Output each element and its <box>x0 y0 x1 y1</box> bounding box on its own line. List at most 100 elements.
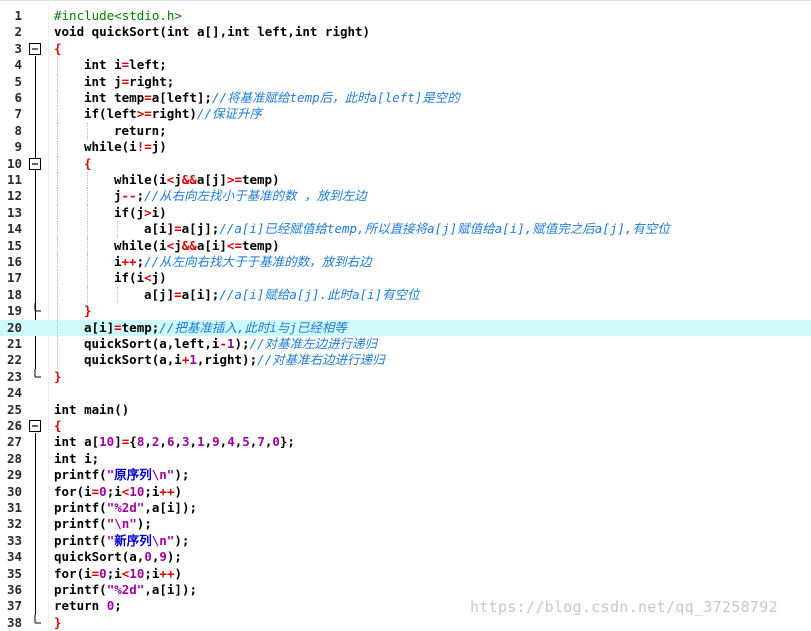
code-line[interactable]: 28 int i; <box>0 451 811 467</box>
line-number: 9 <box>14 139 22 155</box>
line-number: 29 <box>6 467 22 483</box>
code-token: printf( <box>54 516 107 532</box>
string-token: "%2d" <box>106 500 145 515</box>
code-token: ;i <box>144 565 160 581</box>
code-line[interactable]: 14 a[i]=a[j];//a[i]已经赋值给temp,所以直接将a[j]赋值给… <box>0 221 811 238</box>
line-number: 8 <box>14 122 22 138</box>
code-token: j) <box>151 270 167 286</box>
code-line[interactable]: 7 if(left>=right)//保证升序 <box>0 106 811 123</box>
line-number: 34 <box>6 549 22 565</box>
indent-guide <box>57 352 59 369</box>
code-token: while(i <box>114 172 167 187</box>
code-text: printf("新序列\n"); <box>54 533 189 549</box>
code-token: for(i <box>54 483 92 499</box>
fold-collapse-icon[interactable] <box>28 157 42 171</box>
fold-collapse-icon[interactable] <box>28 42 42 56</box>
code-line-highlighted[interactable]: 20 a[i]=temp;//把基准插入,此时i与j已经相等 <box>0 319 811 336</box>
operator-token: = <box>144 90 152 105</box>
code-editor[interactable]: 1 #include<stdio.h> 2 void quickSort(int a[… <box>0 0 811 631</box>
code-text: if(j>i) <box>114 205 167 221</box>
indent-guide <box>57 106 59 123</box>
indent-guide <box>117 286 119 304</box>
number-token: 10 <box>99 434 115 450</box>
comment-token: //从左向右找大于于基准的数，放到右边 <box>144 254 372 269</box>
code-token: printf( <box>54 532 107 548</box>
comment-token: //对基准左边进行递归 <box>249 336 378 351</box>
operator-token: ++ <box>121 254 137 269</box>
code-line[interactable]: 29 printf("原序列\n"); <box>0 467 811 483</box>
code-line[interactable]: 13 if(j>i) <box>0 204 811 222</box>
code-line[interactable]: 24 <box>0 385 811 401</box>
indent-guide <box>87 221 89 238</box>
indent-guide <box>87 286 89 304</box>
line-number: 5 <box>14 73 22 89</box>
code-line[interactable]: 32 printf("\n"); <box>0 516 811 532</box>
code-token: ] <box>114 434 122 450</box>
line-number: 31 <box>6 500 22 515</box>
indent-guide <box>57 172 59 189</box>
code-line[interactable]: 16 i++;//从左向右找大于于基准的数，放到右边 <box>0 254 811 271</box>
code-token: j <box>174 237 182 253</box>
code-line[interactable]: 1 #include<stdio.h> <box>0 8 811 24</box>
operator-token: != <box>136 139 152 155</box>
line-number: 23 <box>6 368 22 384</box>
code-line[interactable]: 15 while(i<j&&a[i]<=temp) <box>0 237 811 254</box>
comment-token: //保证升序 <box>196 106 262 122</box>
code-line[interactable]: 11 while(i<j&&a[j]>=temp) <box>0 172 811 189</box>
comment-token: //将基准赋给temp后，此时a[left]是空的 <box>211 90 460 105</box>
number-token: 9 <box>212 434 220 450</box>
indent-guide <box>57 155 59 172</box>
code-token: if(i <box>114 270 145 286</box>
code-token: right) <box>151 106 197 122</box>
code-token: int i; <box>54 450 100 466</box>
code-line[interactable]: 17 if(i<j) <box>0 270 811 287</box>
code-line[interactable]: 35 for(i=0;i<10;i++) <box>0 566 811 582</box>
code-text: printf("\n"); <box>54 516 152 532</box>
indent-guide <box>57 237 59 254</box>
code-line[interactable]: 5 int j=right; <box>0 73 811 90</box>
code-line[interactable]: 10 { <box>0 155 811 172</box>
fold-collapse-icon[interactable] <box>28 419 42 433</box>
code-line[interactable]: 23} <box>0 368 811 385</box>
code-line[interactable]: 19} <box>0 303 811 320</box>
line-number: 2 <box>14 24 22 40</box>
comment-token: //对基准右边进行递归 <box>257 352 385 368</box>
code-line[interactable]: 18 a[j]=a[i];//a[i]赋给a[j].此时a[i]有空位 <box>0 286 811 304</box>
code-token: j <box>114 188 122 204</box>
code-line[interactable]: 12 j--;//从右向左找小于基准的数 ，放到左边 <box>0 188 811 205</box>
code-token: while(i <box>84 139 137 155</box>
code-line[interactable]: 2 void quickSort(int a[],int left,int rig… <box>0 24 811 40</box>
code-line[interactable]: 3{ <box>0 41 811 57</box>
operator-token: < <box>144 270 152 286</box>
code-line[interactable]: 36 printf("%2d",a[i]); <box>0 582 811 598</box>
operator-token: { <box>54 40 62 56</box>
code-line[interactable]: 33 printf("新序列\n"); <box>0 533 811 549</box>
code-token: a[i] <box>84 319 115 335</box>
code-line[interactable]: 27 int a[10]={8,2,6,3,1,9,4,5,7,0}; <box>0 434 811 450</box>
code-line[interactable]: 4 int i=left; <box>0 57 811 74</box>
code-line[interactable]: 38} <box>0 614 811 631</box>
code-text: i++;//从左向右找大于于基准的数，放到右边 <box>114 254 372 270</box>
operator-token: = <box>174 221 182 237</box>
watermark: https://blog.csdn.net/qq_37258792 <box>470 598 778 616</box>
code-line[interactable]: 22 quickSort(a,i+1,right);//对基准右边进行递归 <box>0 352 811 369</box>
code-line[interactable]: 9 while(i!=j) <box>0 139 811 156</box>
code-line[interactable]: 26 { <box>0 418 811 434</box>
code-line[interactable]: 6 int temp=a[left];//将基准赋给temp后，此时a[left]… <box>0 90 811 107</box>
operator-token: > <box>144 204 152 220</box>
code-line[interactable]: 34 quickSort(a,0,9); <box>0 549 811 565</box>
code-token: ; <box>136 188 145 204</box>
operator-token: = <box>174 286 182 302</box>
code-line[interactable]: 21 quickSort(a,left,i-1);//对基准左边进行递归 <box>0 336 811 353</box>
code-line[interactable]: 30 for(i=0;i<10;i++) <box>0 484 811 500</box>
indent-guide <box>87 270 89 287</box>
code-line[interactable]: 25 int main() <box>0 402 811 418</box>
code-line[interactable]: 31 printf("%2d",a[i]); <box>0 500 811 516</box>
code-token: ;i <box>106 483 122 499</box>
line-number: 25 <box>6 401 22 417</box>
code-line[interactable]: 8 return; <box>0 122 811 140</box>
indent-guide <box>87 237 89 254</box>
code-token: right; <box>129 73 175 89</box>
operator-token: >= <box>136 106 152 122</box>
line-number: 15 <box>6 237 22 253</box>
